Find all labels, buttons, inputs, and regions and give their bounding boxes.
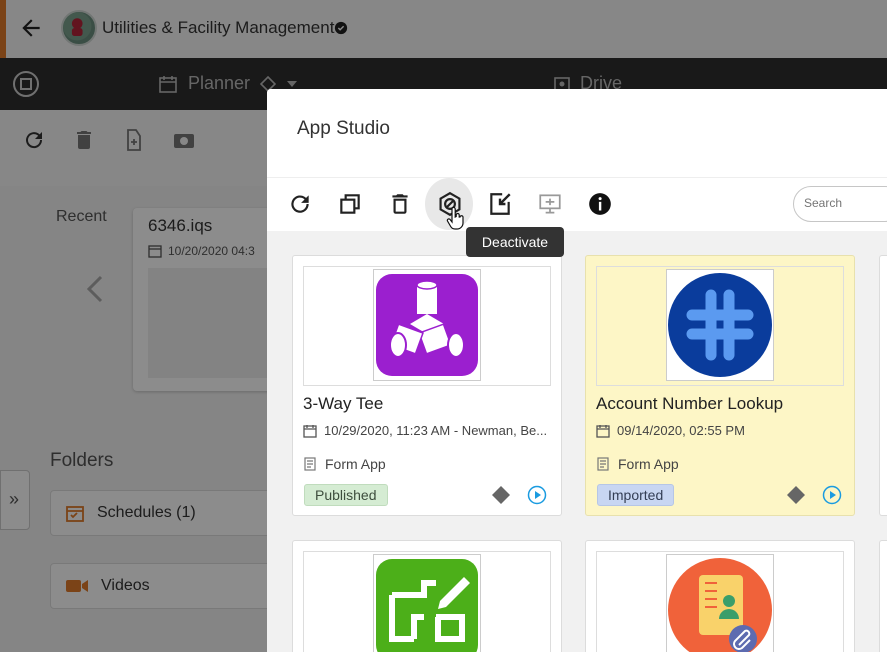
dialog-title: App Studio [297, 118, 390, 139]
search-input[interactable] [804, 196, 887, 210]
form-icon [597, 457, 609, 471]
search-field[interactable] [793, 186, 887, 222]
diamond-icon [787, 486, 805, 504]
diamond-icon [492, 486, 510, 504]
contact-book-icon [668, 558, 772, 652]
form-icon [304, 457, 316, 471]
status-badge: Imported [597, 484, 675, 506]
pipe-tee-icon [376, 274, 478, 376]
app-image-box [596, 551, 844, 652]
calendar-clock-icon [303, 424, 317, 438]
app-type: Form App [596, 456, 679, 472]
app-image-frame [373, 554, 481, 652]
app-card-partial[interactable] [879, 540, 887, 652]
app-type-label: Form App [325, 456, 386, 472]
dialog-toolbar [267, 177, 887, 231]
app-card-contact-book[interactable] [585, 540, 855, 652]
calendar-clock-icon [596, 424, 610, 438]
publish-icon [539, 194, 561, 214]
app-meta-text: 10/29/2020, 11:23 AM - Newman, Be... [324, 423, 548, 438]
delete-icon[interactable] [387, 191, 413, 217]
app-image-frame [666, 554, 774, 652]
app-meta: 09/14/2020, 02:55 PM [596, 423, 846, 438]
hashtag-icon [668, 273, 772, 377]
app-name: 3-Way Tee [303, 394, 384, 413]
app-image-box [303, 551, 551, 652]
app-image-frame [373, 269, 481, 381]
app-card-3-way-tee[interactable]: 3-Way Tee 10/29/2020, 11:23 AM - Newman,… [292, 255, 562, 516]
copy-icon[interactable] [337, 191, 363, 217]
app-image-frame [666, 269, 774, 381]
app-type: Form App [303, 456, 386, 472]
play-icon[interactable] [527, 485, 547, 505]
app-type-label: Form App [618, 456, 679, 472]
tooltip: Deactivate [466, 227, 564, 257]
status-badge: Published [304, 484, 388, 506]
app-card-account-number-lookup[interactable]: Account Number Lookup 09/14/2020, 02:55 … [585, 255, 855, 516]
play-icon[interactable] [822, 485, 842, 505]
hand-pointer-icon [446, 207, 464, 230]
app-meta-text: 09/14/2020, 02:55 PM [617, 423, 745, 438]
dialog-header: App Studio [267, 89, 887, 177]
app-image-box [596, 266, 844, 386]
app-name: Account Number Lookup [596, 394, 784, 413]
app-studio-dialog: App Studio Search 3-Way Tee 10/29/2020, … [267, 89, 887, 652]
info-icon[interactable] [587, 191, 613, 217]
app-meta: 10/29/2020, 11:23 AM - Newman, Be... [303, 423, 553, 438]
refresh-icon[interactable] [287, 191, 313, 217]
app-card-partial[interactable] [879, 255, 887, 516]
import-icon[interactable] [487, 191, 513, 217]
app-card-floorplan[interactable] [292, 540, 562, 652]
floorplan-edit-icon [376, 559, 478, 652]
app-image-box [303, 266, 551, 386]
